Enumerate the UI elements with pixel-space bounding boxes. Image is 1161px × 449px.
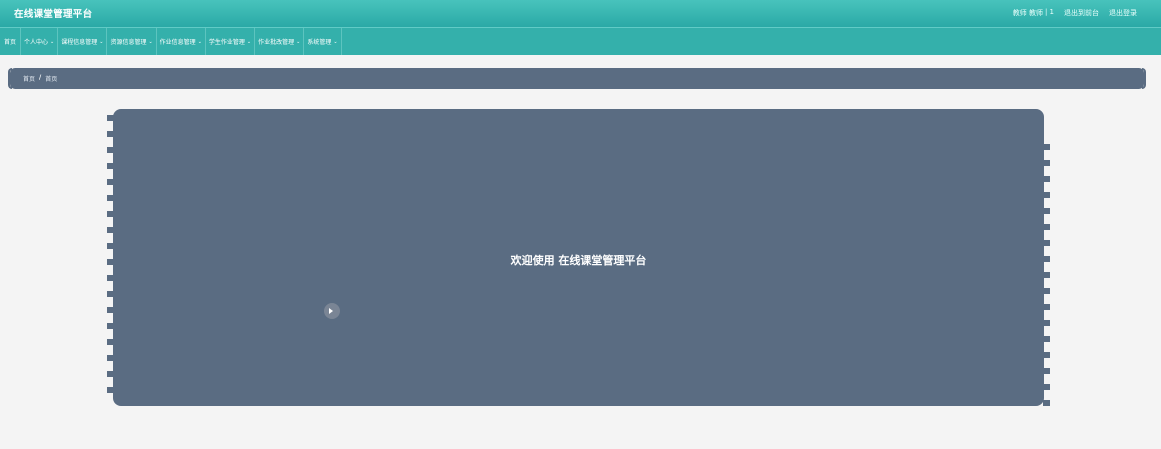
mouse-cursor-icon [329,308,333,314]
nav-item-5[interactable]: 学生作业管理 ⌄ [206,28,256,55]
panel-tick-right [1043,240,1050,246]
nav-item-label: 课程信息管理 [61,39,98,46]
panel-tick-right [1043,144,1050,150]
nav-item-1[interactable]: 个人中心 ⌄ [21,28,59,55]
logout-link[interactable]: 退出登录 [1109,8,1137,18]
main-nav: 首页 个人中心 ⌄ 课程信息管理 ⌄ 资源信息管理 ⌄ 作业信息管理 ⌄ 学生作业管理 ⌄ 作业批改管… [0,27,1161,55]
panel-tick-right [1043,384,1050,390]
panel-tick-right [1043,320,1050,326]
breadcrumb-bar: 首页 / 首页 [10,68,1144,89]
nav-item-0[interactable]: 首页 [0,28,22,55]
chevron-down-icon: ⌄ [197,38,202,45]
back-to-frontend-link[interactable]: 退出到前台 [1064,8,1099,18]
nav-item-2[interactable]: 课程信息管理 ⌄ [58,28,108,55]
welcome-message: 欢迎使用 在线课堂管理平台 [510,254,647,267]
nav-item-label: 系统管理 [307,39,332,46]
chevron-down-icon: ⌄ [50,38,55,45]
nav-item-label: 首页 [4,39,17,46]
top-header: 在线课堂管理平台 教师 教师 | 1 退出到前台 退出登录 [0,0,1161,27]
panel-tick-right [1043,336,1050,342]
panel-tick-right [1043,304,1050,310]
chevron-down-icon: ⌄ [246,38,252,45]
nav-item-6[interactable]: 作业批改管理 ⌄ [255,28,305,55]
panel-tick-right [1043,224,1050,230]
chevron-down-icon: ⌄ [148,38,153,45]
chevron-down-icon: ⌄ [99,38,104,45]
app-title: 在线课堂管理平台 [14,9,93,20]
chevron-down-icon: ⌄ [296,38,301,45]
chevron-down-icon: ⌄ [333,38,338,45]
panel-tick-right [1043,160,1050,166]
panel-tick-right [1043,208,1050,214]
panel-tick-right [1043,288,1050,294]
breadcrumb-current: 首页 [45,76,58,83]
breadcrumb: 首页 / 首页 [23,74,57,83]
nav-item-label: 作业信息管理 [159,39,196,46]
panel-tick-right [1043,192,1050,198]
panel-tick-right [1043,352,1050,358]
nav-item-label: 资源信息管理 [110,39,147,46]
panel-tick-right [1043,368,1050,374]
user-role-label: 教师 教师 [1012,9,1043,17]
user-id-label: | 1 [1044,8,1054,16]
nav-item-3[interactable]: 资源信息管理 ⌄ [107,28,157,55]
nav-item-4[interactable]: 作业信息管理 ⌄ [157,28,206,55]
nav-item-label: 学生作业管理 [208,39,245,46]
breadcrumb-home-link[interactable]: 首页 [23,74,35,83]
breadcrumb-separator: / [39,74,42,81]
nav-item-7[interactable]: 系统管理 ⌄ [304,28,342,55]
user-area: 教师 教师 | 1 退出到前台 退出登录 [1013,8,1137,18]
panel-tick-right [1043,256,1050,262]
panel-tick-right [1043,272,1050,278]
nav-item-label: 作业批改管理 [258,39,295,46]
welcome-panel: 欢迎使用 在线课堂管理平台 [113,109,1044,406]
breadcrumb-bracket-right [1142,68,1146,89]
nav-item-label: 个人中心 [24,39,49,46]
panel-tick-right [1043,176,1050,182]
nav-filler [342,28,1161,55]
panel-tick-right [1043,400,1050,406]
